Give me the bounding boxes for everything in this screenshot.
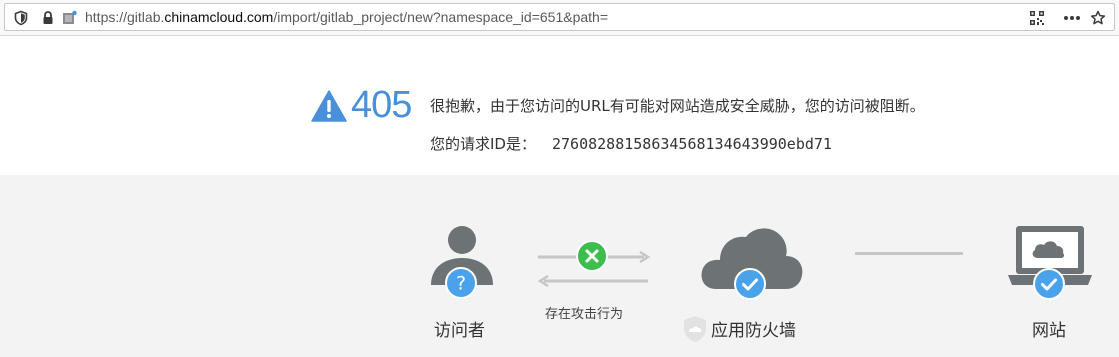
url-prefix: https://gitlab. bbox=[85, 9, 165, 25]
url-host: chinamcloud.com bbox=[164, 9, 274, 25]
warning-icon bbox=[311, 90, 347, 122]
request-id-label: 您的请求ID是： bbox=[430, 135, 536, 153]
blocked-x-icon bbox=[576, 240, 608, 276]
visitor-label: 访问者 bbox=[434, 321, 485, 341]
block-diagram: ? 访问者 存在攻击行为 应用防火墙 网站 bbox=[0, 175, 1119, 357]
error-message: 很抱歉，由于您访问的URL有可能对网站造成安全威胁，您的访问被阻断。 bbox=[430, 97, 925, 115]
error-code: 405 bbox=[351, 84, 412, 126]
lock-icon[interactable] bbox=[40, 10, 56, 26]
qr-code-icon[interactable] bbox=[1029, 10, 1045, 26]
url-path: /import/gitlab_project/new?namespace_id=… bbox=[273, 9, 608, 25]
browser-toolbar: https://gitlab.chinamcloud.com/import/gi… bbox=[0, 0, 1119, 36]
attack-label: 存在攻击行为 bbox=[545, 307, 624, 322]
request-id-value: 27608288158634568134643990ebd71 bbox=[552, 135, 832, 153]
firewall-shield-icon bbox=[683, 315, 707, 347]
site-label: 网站 bbox=[1032, 321, 1066, 341]
svg-text:?: ? bbox=[456, 273, 466, 295]
address-bar[interactable]: https://gitlab.chinamcloud.com/import/gi… bbox=[4, 3, 1115, 31]
connector-line bbox=[855, 252, 963, 255]
page-icon[interactable] bbox=[61, 10, 77, 26]
more-icon[interactable] bbox=[1063, 10, 1080, 26]
firewall-check-icon bbox=[734, 268, 766, 304]
url-text[interactable]: https://gitlab.chinamcloud.com/import/gi… bbox=[85, 4, 608, 30]
firewall-label: 应用防火墙 bbox=[711, 321, 796, 341]
bookmark-star-icon[interactable] bbox=[1090, 10, 1106, 26]
question-icon: ? bbox=[445, 267, 477, 303]
shield-icon[interactable] bbox=[13, 10, 29, 26]
site-check-icon bbox=[1033, 268, 1065, 304]
